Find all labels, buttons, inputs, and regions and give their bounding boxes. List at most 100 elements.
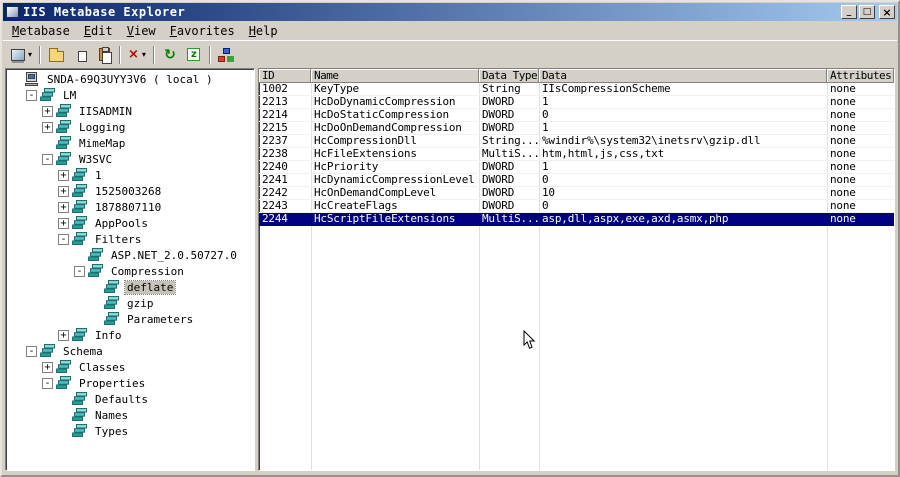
minimize-button[interactable]: _: [841, 5, 857, 19]
tree-item-label: Defaults: [95, 392, 148, 406]
metabase-key-icon: [56, 136, 73, 150]
tree-item-gzip[interactable]: gzip: [6, 295, 254, 311]
tree-item-types[interactable]: Types: [6, 423, 254, 439]
column-header-data-type[interactable]: Data Type: [479, 69, 539, 83]
table-row-2242[interactable]: 2242 HcOnDemandCompLevel DWORD 10 none: [259, 187, 894, 200]
tree-item-label: W3SVC: [79, 152, 113, 166]
expand-plus-icon[interactable]: +: [42, 105, 53, 117]
network-button[interactable]: [213, 43, 238, 66]
expand-plus-icon[interactable]: +: [58, 329, 69, 341]
tree-item-logging[interactable]: + Logging: [6, 119, 254, 135]
tree-item-filters[interactable]: - Filters: [6, 231, 254, 247]
expand-plus-icon[interactable]: +: [58, 217, 69, 229]
collapse-minus-icon[interactable]: -: [42, 153, 53, 165]
connect-server-button[interactable]: ▾: [7, 43, 37, 66]
tree-item-mimemap[interactable]: MimeMap: [6, 135, 254, 151]
tree-item-1525003268[interactable]: +1525003268: [6, 183, 254, 199]
metabase-key-icon: [56, 360, 73, 374]
tree-item-iisadmin[interactable]: + IISADMIN: [6, 103, 254, 119]
menu-item-view[interactable]: View: [120, 22, 163, 40]
menu-item-favorites[interactable]: Favorites: [163, 22, 242, 40]
cell-id: 2215: [262, 122, 288, 134]
expand-plus-icon[interactable]: +: [58, 169, 69, 181]
tree-item-w3svc[interactable]: - W3SVC: [6, 151, 254, 167]
tree-item-snda-69q3uyy3v6-local[interactable]: SNDA-69Q3UYY3V6 ( local ): [6, 71, 254, 87]
tree-item-deflate[interactable]: deflate: [6, 279, 254, 295]
tree-item-label: deflate: [123, 279, 177, 295]
tree-item-1878807110[interactable]: +1878807110: [6, 199, 254, 215]
table-row-2244[interactable]: 2244 HcScriptFileExtensions MultiS... asp,d…: [259, 213, 894, 226]
cell-name: HcDoDynamicCompression: [314, 96, 456, 108]
tree-item-schema[interactable]: - Schema: [6, 343, 254, 359]
cell-attributes: none: [830, 200, 856, 212]
tree-item-names[interactable]: Names: [6, 407, 254, 423]
open-key-button[interactable]: [44, 43, 69, 66]
table-row-2214[interactable]: 2214 HcDoStaticCompression DWORD 0 none: [259, 109, 894, 122]
collapse-minus-icon[interactable]: -: [26, 345, 37, 357]
maximize-button[interactable]: □: [859, 5, 875, 19]
tree-item-defaults[interactable]: Defaults: [6, 391, 254, 407]
column-header-id[interactable]: ID: [259, 69, 311, 83]
tree-item-compression[interactable]: - Compression: [6, 263, 254, 279]
table-row-2241[interactable]: 2241 HcDynamicCompressionLevel DWORD 0 none: [259, 174, 894, 187]
window-title: IIS Metabase Explorer: [23, 5, 186, 19]
expand-plus-icon[interactable]: +: [42, 121, 53, 133]
sort-button[interactable]: z: [181, 43, 206, 66]
expand-plus-icon[interactable]: +: [42, 361, 53, 373]
tree-item-asp-net-2-0-50727-0[interactable]: ASP.NET_2.0.50727.0: [6, 247, 254, 263]
cell-attributes: none: [830, 83, 856, 95]
menu-item-help[interactable]: Help: [242, 22, 285, 40]
metabase-key-icon: [40, 344, 57, 358]
list-body[interactable]: 1002 KeyType String IIsCompressionScheme non…: [259, 83, 894, 470]
column-header-name[interactable]: Name: [311, 69, 479, 83]
tree-item-parameters[interactable]: Parameters: [6, 311, 254, 327]
paste-button[interactable]: [92, 43, 117, 66]
collapse-minus-icon[interactable]: -: [26, 89, 37, 101]
cell-name: HcDoOnDemandCompression: [314, 122, 462, 134]
list-pane[interactable]: ID Name Data Type Data Attributes 1002 Ke…: [258, 68, 895, 471]
cell-attributes: none: [830, 213, 856, 225]
metabase-key-icon: [72, 232, 89, 246]
menu-item-edit[interactable]: Edit: [77, 22, 120, 40]
table-row-2237[interactable]: 2237 HcCompressionDll String... %windir%\sy…: [259, 135, 894, 148]
table-row-2215[interactable]: 2215 HcDoOnDemandCompression DWORD 1 none: [259, 122, 894, 135]
delete-button[interactable]: × ▾: [124, 43, 150, 66]
tree-item-properties[interactable]: - Properties: [6, 375, 254, 391]
table-row-2238[interactable]: 2238 HcFileExtensions MultiS... htm,html,js…: [259, 148, 894, 161]
metabase-key-icon: [56, 152, 73, 166]
cell-name: HcFileExtensions: [314, 148, 417, 160]
cell-data-type: MultiS...: [482, 213, 539, 225]
tree-item-label: Schema: [63, 344, 103, 358]
collapse-minus-icon[interactable]: -: [42, 377, 53, 389]
cell-attributes: none: [830, 109, 856, 121]
cell-data: 1: [542, 96, 549, 108]
table-row-2240[interactable]: 2240 HcPriority DWORD 1 none: [259, 161, 894, 174]
tree-item-label: 1525003268: [95, 184, 162, 198]
menu-item-metabase[interactable]: Metabase: [5, 22, 77, 40]
table-row-2213[interactable]: 2213 HcDoDynamicCompression DWORD 1 none: [259, 96, 894, 109]
cell-data-type: DWORD: [482, 174, 515, 186]
tree-item-1[interactable]: +1: [6, 167, 254, 183]
refresh-button[interactable]: ↻: [157, 43, 182, 66]
collapse-minus-icon[interactable]: -: [74, 265, 85, 277]
delete-icon: ×: [128, 47, 139, 62]
list-header: ID Name Data Type Data Attributes: [259, 69, 894, 83]
metabase-key-icon: [104, 296, 121, 310]
copy-button[interactable]: [68, 43, 93, 66]
cell-attributes: none: [830, 122, 856, 134]
tree-item-label: Info: [95, 328, 122, 342]
column-header-attributes[interactable]: Attributes: [827, 69, 894, 83]
column-header-data[interactable]: Data: [539, 69, 827, 83]
expand-plus-icon[interactable]: +: [58, 185, 69, 197]
tree-item-lm[interactable]: - LM: [6, 87, 254, 103]
collapse-minus-icon[interactable]: -: [58, 233, 69, 245]
close-button[interactable]: ×: [879, 5, 895, 19]
table-row-2243[interactable]: 2243 HcCreateFlags DWORD 0 none: [259, 200, 894, 213]
tree-item-classes[interactable]: + Classes: [6, 359, 254, 375]
title-bar[interactable]: IIS Metabase Explorer _ □ ×: [3, 3, 897, 21]
table-row-1002[interactable]: 1002 KeyType String IIsCompressionScheme non…: [259, 83, 894, 96]
expand-plus-icon[interactable]: +: [58, 201, 69, 213]
tree-pane[interactable]: SNDA-69Q3UYY3V6 ( local ) - LM + IISADMIN + Lo…: [5, 68, 255, 471]
tree-item-apppools[interactable]: + AppPools: [6, 215, 254, 231]
tree-item-info[interactable]: + Info: [6, 327, 254, 343]
